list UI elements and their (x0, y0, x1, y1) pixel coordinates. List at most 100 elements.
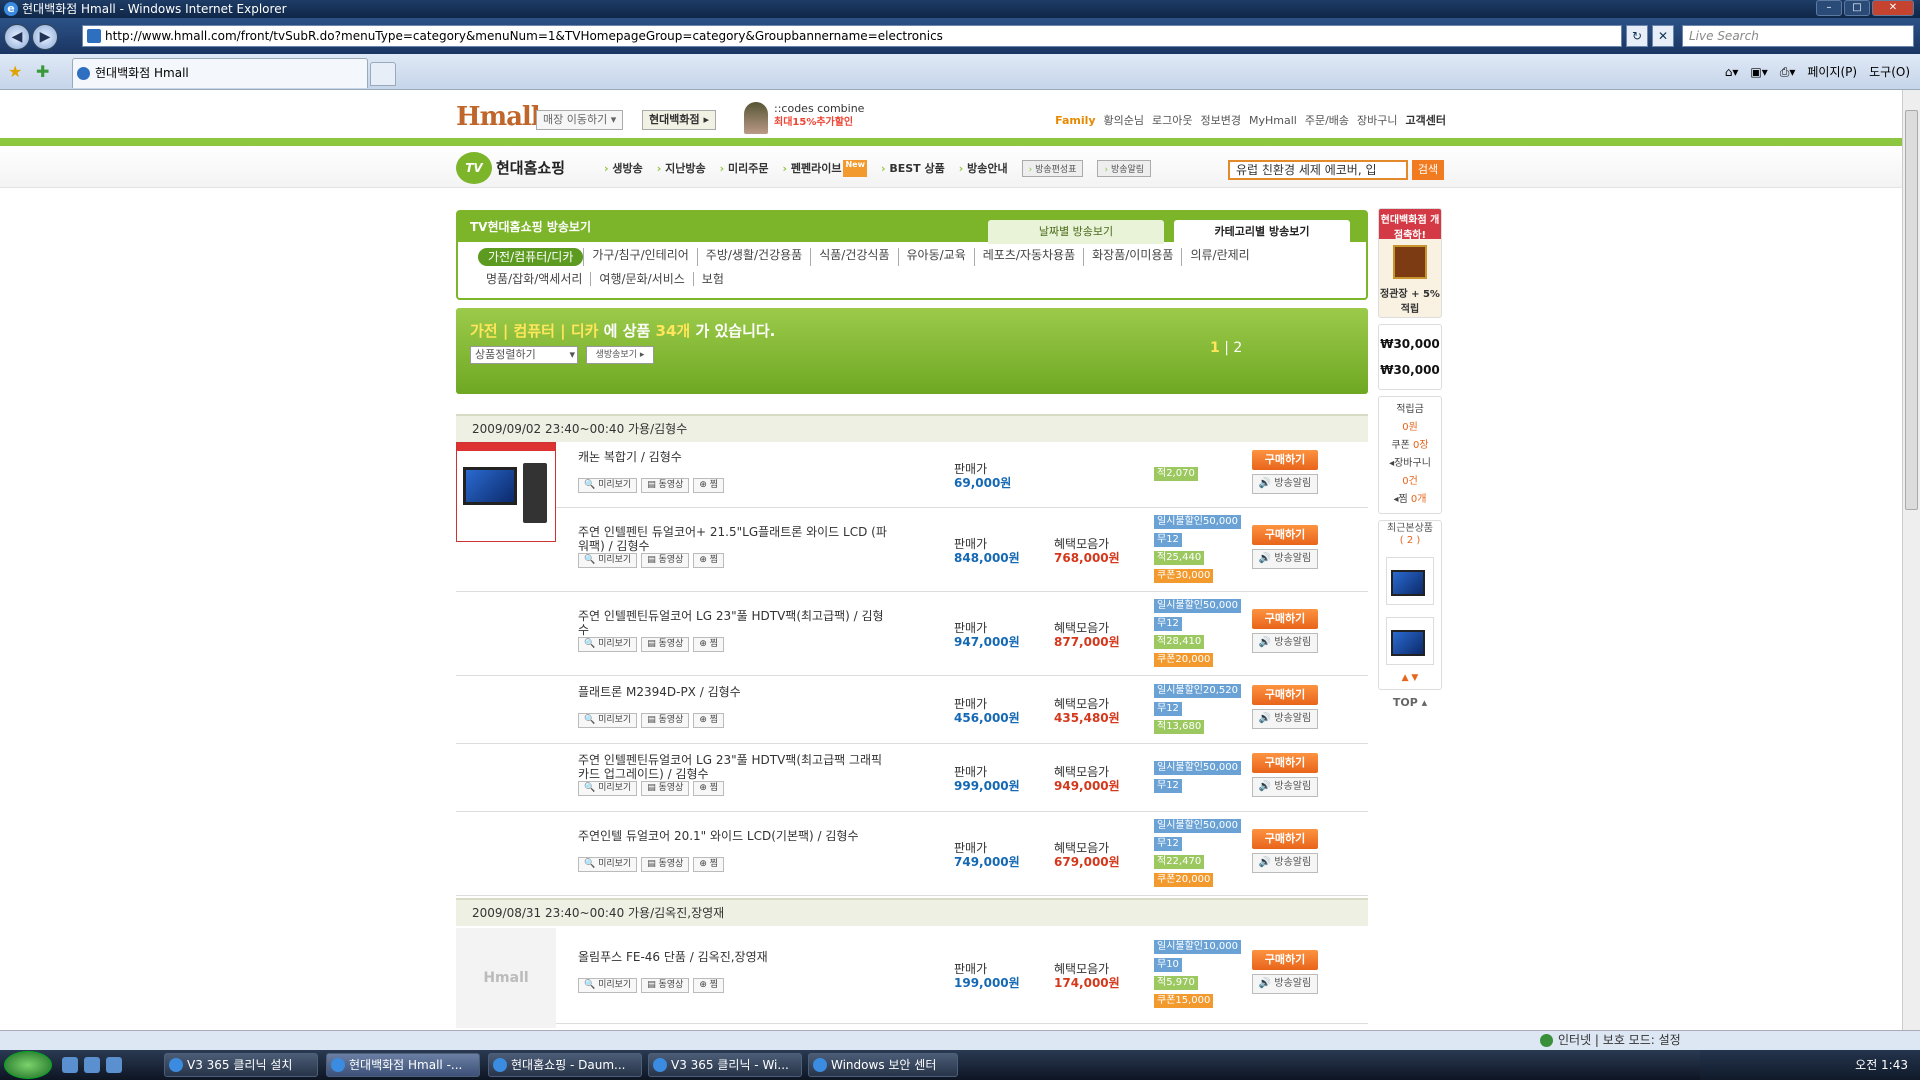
category-4[interactable]: 유아동/교육 (897, 248, 974, 266)
new-tab-button[interactable] (370, 62, 396, 86)
action-preview[interactable]: 🔍 미리보기 (578, 637, 638, 652)
action-zzim[interactable]: ⊕ 찜 (693, 713, 725, 728)
action-zzim[interactable]: ⊕ 찜 (693, 978, 725, 993)
home-icon[interactable]: ⌂▾ (1725, 62, 1739, 82)
action-preview[interactable]: 🔍 미리보기 (578, 478, 638, 493)
action-zzim[interactable]: ⊕ 찜 (693, 553, 725, 568)
action-preview[interactable]: 🔍 미리보기 (578, 978, 638, 993)
product-name[interactable]: 올림푸스 FE-46 단품 / 김옥진,장영재 (578, 950, 888, 964)
product-name[interactable]: 주연인텔 듀얼코어 20.1" 와이드 LCD(기본팩) / 김형수 (578, 829, 888, 843)
broadcast-alarm-button[interactable]: 🔊 방송알림 (1252, 974, 1318, 994)
nav-btn-0[interactable]: 방송편성표 (1021, 160, 1084, 177)
site-search-input[interactable]: 유럽 친환경 세제 에코버, 입 (1228, 160, 1408, 180)
add-favorites-icon[interactable]: ✚ (36, 62, 49, 81)
coupon-banner[interactable]: ₩30,000 ₩30,000 (1378, 324, 1442, 390)
action-preview[interactable]: 🔍 미리보기 (578, 781, 638, 796)
category-9[interactable]: 여행/문화/서비스 (590, 272, 692, 286)
nav-item-1[interactable]: 지난방송 (657, 160, 705, 177)
address-field[interactable]: http://www.hmall.com/front/tvSubR.do?men… (82, 25, 1622, 47)
tools-menu[interactable]: 도구(O) (1869, 62, 1910, 82)
scroll-thumb[interactable] (1905, 110, 1918, 510)
live-broadcast-button[interactable]: 생방송보기 ▸ (586, 346, 654, 364)
feeds-icon[interactable]: ▣▾ (1750, 62, 1767, 82)
taskbar-item-3[interactable]: V3 365 클리닉 - Wi... (648, 1053, 802, 1077)
toplink-3[interactable]: 정보변경 (1201, 112, 1241, 128)
hmall-logo[interactable]: Hmall (456, 102, 541, 132)
nav-item-0[interactable]: 생방송 (604, 160, 642, 177)
forward-button[interactable]: ▶ (32, 24, 58, 50)
action-video[interactable]: ▤ 동영상 (641, 478, 690, 493)
category-5[interactable]: 레포츠/자동차용품 (973, 248, 1083, 266)
page-2[interactable]: 2 (1233, 340, 1242, 356)
back-button[interactable]: ◀ (4, 24, 30, 50)
toplink-2[interactable]: 로그아웃 (1152, 112, 1192, 128)
category-1[interactable]: 가구/침구/인테리어 (583, 248, 696, 266)
category-8[interactable]: 명품/잡화/액세서리 (478, 272, 590, 286)
toplink-0[interactable]: Family (1055, 114, 1095, 127)
action-preview[interactable]: 🔍 미리보기 (578, 553, 638, 568)
toplink-6[interactable]: 장바구니 (1357, 112, 1397, 128)
recent-scroll-arrows[interactable]: ▲ ▼ (1379, 673, 1441, 683)
taskbar-item-1[interactable]: 현대백화점 Hmall -... (326, 1053, 480, 1077)
taskbar-item-4[interactable]: Windows 보안 센터 (808, 1053, 958, 1077)
toplink-5[interactable]: 주문/배송 (1305, 112, 1349, 128)
clock[interactable]: 오전 1:43 (1855, 1058, 1908, 1072)
action-zzim[interactable]: ⊕ 찜 (693, 637, 725, 652)
category-3[interactable]: 식품/건강식품 (810, 248, 897, 266)
broadcast-alarm-button[interactable]: 🔊 방송알림 (1252, 709, 1318, 729)
close-button[interactable]: ✕ (1872, 0, 1914, 16)
start-button[interactable] (4, 1051, 52, 1079)
recent-product-2[interactable] (1386, 617, 1434, 665)
toplink-4[interactable]: MyHmall (1249, 114, 1297, 127)
side-banner[interactable]: 현대백화점 개점축하! 정관장 + 5%적립 (1378, 208, 1442, 318)
broadcast-alarm-button[interactable]: 🔊 방송알림 (1252, 777, 1318, 797)
product-name[interactable]: 주연 인텔펜틴듀얼코어 LG 23"풀 HDTV팩(최고급팩) / 김형수 (578, 609, 888, 637)
broadcast-alarm-button[interactable]: 🔊 방송알림 (1252, 633, 1318, 653)
category-7[interactable]: 의류/란제리 (1181, 248, 1257, 266)
nav-item-2[interactable]: 미리주문 (720, 160, 768, 177)
buy-button[interactable]: 구매하기 (1252, 450, 1318, 470)
tab-by-date[interactable]: 날짜별 방송보기 (988, 220, 1164, 244)
action-video[interactable]: ▤ 동영상 (641, 637, 690, 652)
buy-button[interactable]: 구매하기 (1252, 525, 1318, 545)
product-name[interactable]: 플래트론 M2394D-PX / 김형수 (578, 685, 888, 699)
broadcast-alarm-button[interactable]: 🔊 방송알림 (1252, 853, 1318, 873)
security-zone[interactable]: 인터넷 | 보호 모드: 설정 (1540, 1031, 1681, 1050)
print-icon[interactable]: ⎙▾ (1780, 62, 1796, 82)
product-name[interactable]: 주연 인텔펜틴듀얼코어 LG 23"풀 HDTV팩(최고급팩 그래픽카드 업그레… (578, 753, 888, 781)
action-preview[interactable]: 🔍 미리보기 (578, 857, 638, 872)
hyundai-homeshopping-logo[interactable]: TV 현대홈쇼핑 (456, 152, 565, 184)
buy-button[interactable]: 구매하기 (1252, 950, 1318, 970)
category-6[interactable]: 화장품/이미용품 (1083, 248, 1181, 266)
broadcast-alarm-button[interactable]: 🔊 방송알림 (1252, 474, 1318, 494)
action-video[interactable]: ▤ 동영상 (641, 553, 690, 568)
buy-button[interactable]: 구매하기 (1252, 685, 1318, 705)
switch-windows-icon[interactable] (106, 1057, 122, 1073)
action-zzim[interactable]: ⊕ 찜 (693, 781, 725, 796)
browser-tab[interactable]: 현대백화점 Hmall (72, 58, 368, 88)
action-zzim[interactable]: ⊕ 찜 (693, 478, 725, 493)
codes-combine-banner[interactable]: ::codes combine 최대15%추가할인 (744, 102, 864, 134)
category-10[interactable]: 보험 (692, 272, 732, 286)
product-name[interactable]: 주연 인텔펜틴 듀얼코어+ 21.5"LG플래트론 와이드 LCD (파워팩) … (578, 525, 888, 553)
buy-button[interactable]: 구매하기 (1252, 753, 1318, 773)
action-video[interactable]: ▤ 동영상 (641, 713, 690, 728)
maximize-button[interactable]: □ (1844, 0, 1870, 16)
vertical-scrollbar[interactable] (1902, 90, 1920, 1030)
favorites-star-icon[interactable]: ★ (8, 62, 22, 81)
desktop-quicklaunch-icon[interactable] (84, 1057, 100, 1073)
action-video[interactable]: ▤ 동영상 (641, 781, 690, 796)
category-0[interactable]: 가전/컴퓨터/디카 (478, 248, 584, 266)
broadcast-alarm-button[interactable]: 🔊 방송알림 (1252, 549, 1318, 569)
buy-button[interactable]: 구매하기 (1252, 609, 1318, 629)
nav-item-3[interactable]: 펜펜라이브 (782, 160, 842, 177)
page-1[interactable]: 1 (1210, 340, 1220, 356)
nav-item-5[interactable]: 방송안내 (959, 160, 1007, 177)
taskbar-item-0[interactable]: V3 365 클리닉 설치 (164, 1053, 318, 1077)
action-preview[interactable]: 🔍 미리보기 (578, 713, 638, 728)
dept-store-button[interactable]: 현대백화점 ▸ (642, 110, 716, 130)
product-thumbnail[interactable]: Hmall (456, 928, 556, 1028)
top-button[interactable]: TOP ▴ (1378, 696, 1442, 709)
action-video[interactable]: ▤ 동영상 (641, 857, 690, 872)
minimize-button[interactable]: – (1816, 0, 1842, 16)
